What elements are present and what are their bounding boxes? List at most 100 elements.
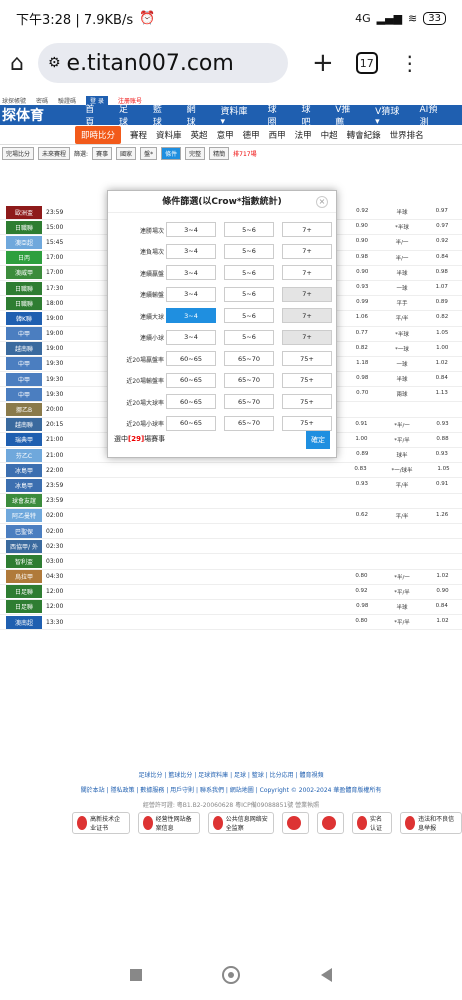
league-badge[interactable]: 韓K聯 [6, 311, 42, 325]
filter-option[interactable]: 3~4 [166, 329, 216, 345]
league-badge[interactable]: 澳亞超 [6, 235, 42, 249]
nav-item[interactable]: V推薦 [335, 102, 359, 128]
league-badge[interactable]: 日足聯 [6, 585, 42, 599]
tool-button[interactable]: 盤* [140, 146, 158, 160]
cert-badge[interactable]: 高新技术企业证书 [72, 812, 130, 834]
league-badge[interactable]: 冰島甲 [6, 463, 42, 477]
filter-option[interactable]: 65~70 [224, 351, 274, 366]
filter-option[interactable]: 5~6 [224, 329, 274, 345]
league-badge[interactable]: 澳威甲 [6, 266, 42, 280]
filter-option[interactable]: 75+ [282, 351, 332, 366]
nav-item[interactable]: 球圈 [268, 102, 286, 128]
league-badge[interactable]: 中甲 [6, 357, 42, 371]
league-badge[interactable]: 日職聯 [6, 281, 42, 295]
filter-option[interactable]: 7+ [282, 308, 332, 323]
nav-item[interactable]: 資料庫▾ [220, 104, 251, 127]
league-badge[interactable]: 阿乙曼特 [6, 509, 42, 523]
league-badge[interactable]: 澳南超 [6, 615, 42, 629]
subnav-item[interactable]: 資料庫 [156, 129, 182, 141]
filter-option[interactable]: 7+ [282, 265, 332, 280]
condition-button[interactable]: 條件 [161, 146, 182, 160]
filter-option[interactable]: 7+ [282, 286, 332, 302]
filter-option[interactable]: 7+ [282, 329, 332, 345]
filter-option[interactable]: 65~70 [224, 372, 274, 388]
filter-option[interactable]: 3~4 [166, 243, 216, 259]
filter-option[interactable]: 65~70 [224, 394, 274, 409]
league-badge[interactable]: 日職聯 [6, 296, 42, 310]
cert-badge[interactable] [281, 812, 309, 834]
subnav-item[interactable]: 德甲 [243, 129, 260, 141]
nav-item[interactable]: V猜球▾ [375, 104, 403, 127]
filter-option[interactable]: 75+ [282, 394, 332, 409]
tool-button[interactable]: 精簡 [209, 146, 230, 160]
nav-item[interactable]: AI預測 [420, 102, 447, 128]
footer-links[interactable]: 足球比分 | 籃球比分 | 足球資料庫 | 足球 | 籃球 | 比分応用 | 體… [0, 770, 462, 779]
footer-info[interactable]: 關於本站 | 隱私政策 | 數據服務 | 用戶守則 | 聯系我們 | 網站地圖 … [0, 785, 462, 794]
table-row[interactable]: 烏拉甲 04:30 0.80 *半/一 1.02 [0, 570, 462, 585]
subnav-item[interactable]: 英超 [191, 129, 208, 141]
filter-option[interactable]: 60~65 [166, 351, 216, 366]
subnav-item[interactable]: 中超 [321, 129, 338, 141]
nav-item[interactable]: 籃球 [153, 102, 171, 128]
league-badge[interactable]: 西協甲/ 外 [6, 539, 42, 553]
table-row[interactable]: 日足聯 12:00 0.92 *平/半 0.90 [0, 585, 462, 600]
filter-option[interactable]: 5~6 [224, 265, 274, 280]
league-badge[interactable]: 球會友誼 [6, 494, 42, 508]
league-badge[interactable]: 巴聖保 [6, 524, 42, 538]
filter-option[interactable]: 65~70 [224, 415, 274, 431]
table-row[interactable]: 日足聯 12:00 0.98 半球 0.84 [0, 600, 462, 616]
nav-item[interactable]: 足球 [119, 102, 137, 128]
subnav-item[interactable]: 世界排名 [390, 129, 424, 141]
filter-option[interactable]: 7+ [282, 222, 332, 237]
league-badge[interactable]: 烏拉甲 [6, 570, 42, 584]
league-badge[interactable]: 中甲 [6, 387, 42, 401]
tab-switcher-button[interactable]: 17 [355, 52, 378, 74]
filter-option[interactable]: 3~4 [166, 222, 216, 237]
url-bar[interactable]: ⚙ e.titan007.com [37, 43, 288, 83]
league-badge[interactable]: 瑞典甲 [6, 433, 42, 447]
filter-option[interactable]: 3~4 [166, 265, 216, 280]
league-badge[interactable]: 日職聯 [6, 220, 42, 234]
site-logo[interactable]: 探体育 [0, 105, 69, 125]
filter-option[interactable]: 5~6 [224, 243, 274, 259]
cert-badge[interactable]: 违法和不良信息举报 [400, 812, 462, 834]
league-badge[interactable]: 冰島甲 [6, 478, 42, 492]
menu-icon[interactable]: ⋮ [400, 51, 420, 75]
filter-option[interactable]: 5~6 [224, 286, 274, 302]
league-badge[interactable]: 中甲 [6, 327, 42, 341]
tool-button[interactable]: 賽事 [92, 146, 113, 160]
confirm-button[interactable]: 確定 [306, 431, 330, 449]
subnav-item[interactable]: 轉會紀錄 [347, 129, 381, 141]
filter-option[interactable]: 60~65 [166, 415, 216, 431]
league-badge[interactable]: 越南聯 [6, 418, 42, 432]
table-row[interactable]: 智利盃 03:00 [0, 554, 462, 570]
filter-option[interactable]: 60~65 [166, 394, 216, 409]
tool-button[interactable]: 未來賽程 [38, 146, 71, 160]
table-row[interactable]: 阿乙曼特 02:00 0.62 平/半 1.26 [0, 509, 462, 524]
subnav-item[interactable]: 西甲 [269, 129, 286, 141]
filter-option[interactable]: 3~4 [166, 308, 216, 323]
nav-item[interactable]: 球吧 [301, 102, 319, 128]
new-tab-icon[interactable]: + [312, 48, 334, 78]
nav-item[interactable]: 首頁 [85, 102, 103, 128]
close-icon[interactable]: × [316, 196, 328, 208]
filter-option[interactable]: 75+ [282, 372, 332, 388]
filter-option[interactable]: 5~6 [224, 308, 274, 323]
league-badge[interactable]: 芬乙C [6, 448, 42, 462]
league-badge[interactable]: 日足聯 [6, 600, 42, 614]
tool-button[interactable]: 完整 [185, 146, 206, 160]
table-row[interactable]: 澳南超 13:30 0.80 *平/半 1.02 [0, 615, 462, 631]
subnav-item[interactable]: 法甲 [295, 129, 312, 141]
tool-button[interactable]: 完場比分 [2, 146, 35, 160]
table-row[interactable]: 巴聖保 02:00 [0, 524, 462, 540]
filter-option[interactable]: 5~6 [224, 222, 274, 237]
recents-icon[interactable] [130, 969, 143, 981]
cert-badge[interactable]: 实名认证 [351, 812, 393, 834]
cert-badge[interactable]: 公共信息网络安全监察 [207, 812, 274, 834]
table-row[interactable]: 冰島甲 23:59 0.93 平/半 0.91 [0, 478, 462, 494]
league-badge[interactable]: 挪乙B [6, 403, 42, 417]
nav-item[interactable]: 網球 [187, 102, 205, 128]
league-badge[interactable]: 中甲 [6, 372, 42, 386]
home-icon[interactable]: ⌂ [10, 51, 24, 76]
league-badge[interactable]: 歐洲盃 [6, 205, 42, 219]
